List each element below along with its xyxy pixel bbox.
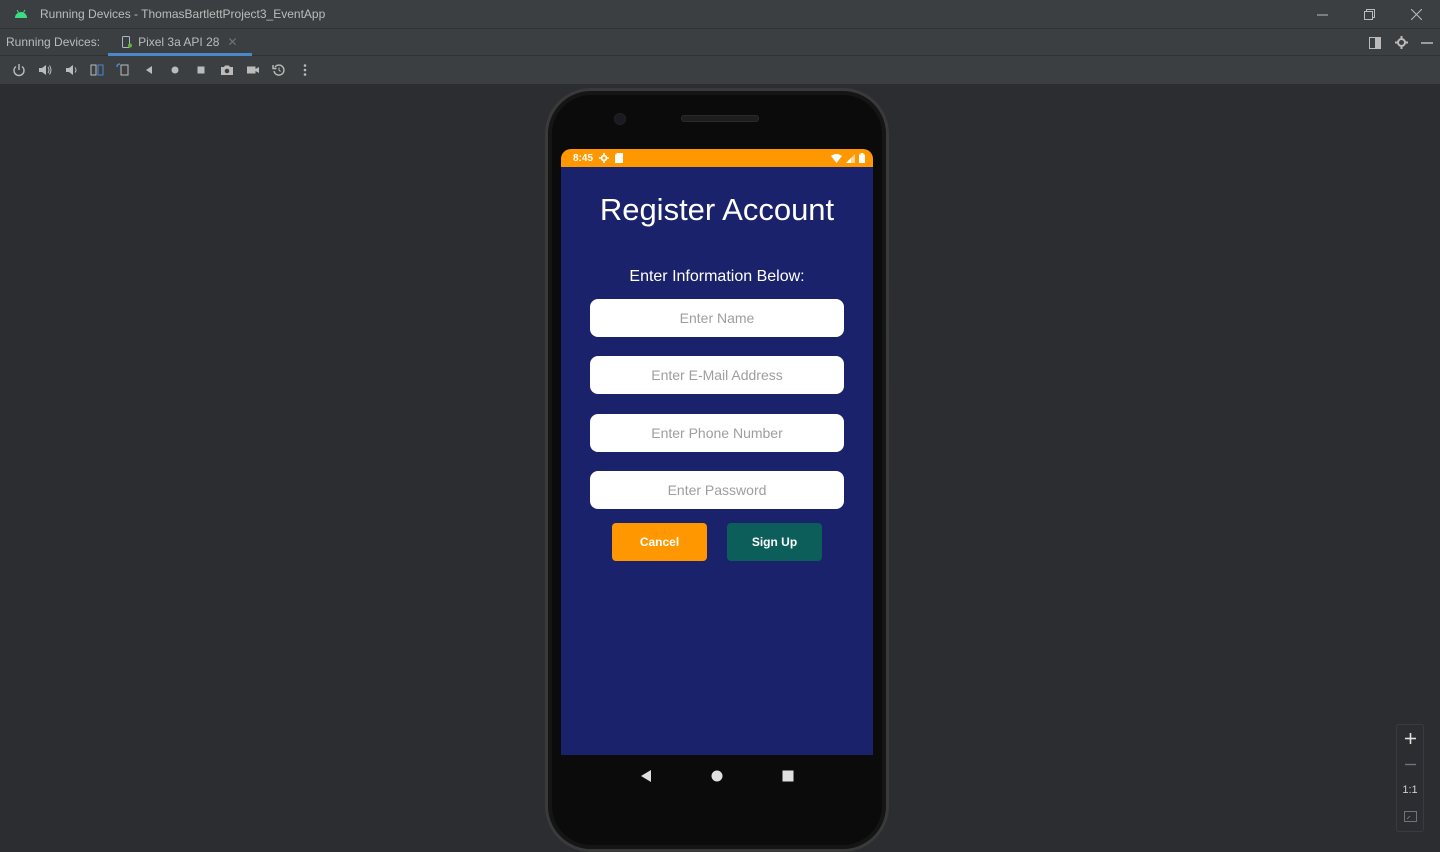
home-button[interactable] <box>162 58 188 82</box>
fit-to-window-button[interactable] <box>1397 803 1423 829</box>
rotate-left-button[interactable] <box>84 58 110 82</box>
device-toolbar <box>0 56 1440 84</box>
reset-button[interactable] <box>266 58 292 82</box>
screenshot-icon <box>221 65 233 75</box>
minimize-button[interactable] <box>1299 0 1346 28</box>
hide-icon[interactable] <box>1420 36 1434 50</box>
nav-back-icon[interactable] <box>639 769 653 783</box>
cell-signal-icon <box>846 153 855 163</box>
device-volume-keys <box>889 381 892 481</box>
wifi-icon <box>831 153 842 163</box>
rotate-right-icon <box>116 63 129 76</box>
volume-down-icon <box>66 65 77 75</box>
restore-button[interactable] <box>1346 0 1393 28</box>
close-icon <box>1411 8 1422 20</box>
front-camera <box>614 113 626 125</box>
status-time: 8:45 <box>573 152 594 164</box>
overview-icon <box>197 66 205 74</box>
tab-label: Pixel 3a API 28 <box>138 35 220 49</box>
volume-up-button[interactable] <box>32 58 58 82</box>
status-bar: 8:45 <box>561 149 873 167</box>
sd-card-icon <box>615 153 624 163</box>
battery-icon <box>859 153 865 163</box>
android-studio-icon <box>15 9 27 18</box>
rotate-left-icon <box>90 64 104 76</box>
reset-icon <box>272 64 285 76</box>
layout-icon[interactable] <box>1368 36 1382 50</box>
close-window-button[interactable] <box>1393 0 1440 28</box>
settings-notification-icon <box>599 153 610 163</box>
earpiece-speaker <box>681 115 759 122</box>
rotate-right-button[interactable] <box>110 58 136 82</box>
form-instructions: Enter Information Below: <box>629 268 805 285</box>
minimize-icon <box>1317 14 1328 15</box>
restore-icon <box>1364 8 1375 20</box>
tool-window-actions <box>1368 29 1434 56</box>
window-title: Running Devices - ThomasBartlettProject3… <box>40 7 326 21</box>
screenshot-button[interactable] <box>214 58 240 82</box>
screen-record-icon <box>247 66 259 74</box>
device-power-key <box>889 281 892 331</box>
zoom-out-button[interactable] <box>1397 751 1423 777</box>
volume-down-button[interactable] <box>58 58 84 82</box>
running-devices-tab-row: Running Devices: Pixel 3a API 28 ✕ <box>0 28 1440 56</box>
sign-up-button[interactable]: Sign Up <box>727 523 822 561</box>
screen-record-button[interactable] <box>240 58 266 82</box>
email-input[interactable] <box>590 356 844 394</box>
phone-input[interactable] <box>590 414 844 452</box>
power-button[interactable] <box>6 58 32 82</box>
tab-close-icon[interactable]: ✕ <box>227 35 237 49</box>
volume-up-icon <box>39 65 52 75</box>
more-icon <box>303 64 307 76</box>
actual-size-button[interactable]: 1:1 <box>1397 777 1423 803</box>
zoom-in-button[interactable] <box>1397 725 1423 751</box>
name-input[interactable] <box>590 299 844 337</box>
cancel-button[interactable]: Cancel <box>612 523 707 561</box>
window-controls <box>1299 0 1440 28</box>
device-frame: 8:45 Register Account Enter Information … <box>545 88 892 852</box>
home-icon <box>171 66 179 74</box>
tab-pixel-3a-api-28[interactable]: Pixel 3a API 28 ✕ <box>108 29 252 56</box>
nav-overview-icon[interactable] <box>781 769 795 783</box>
window-title-bar: Running Devices - ThomasBartlettProject3… <box>0 0 1440 28</box>
zoom-controls: 1:1 <box>1396 724 1424 832</box>
back-button[interactable] <box>136 58 162 82</box>
tool-window-label: Running Devices: <box>6 35 101 49</box>
overview-button[interactable] <box>188 58 214 82</box>
gear-icon[interactable] <box>1394 36 1408 50</box>
device-screen[interactable]: 8:45 Register Account Enter Information … <box>561 149 873 755</box>
plus-icon <box>1404 732 1416 744</box>
page-title: Register Account <box>599 192 835 227</box>
more-options-button[interactable] <box>292 58 318 82</box>
device-icon <box>122 36 133 48</box>
nav-home-icon[interactable] <box>710 769 724 783</box>
back-icon <box>146 66 152 74</box>
password-input[interactable] <box>590 471 844 509</box>
minus-icon <box>1404 763 1416 765</box>
android-nav-bar <box>561 755 873 797</box>
power-icon <box>13 64 25 77</box>
fit-screen-icon <box>1403 810 1417 822</box>
